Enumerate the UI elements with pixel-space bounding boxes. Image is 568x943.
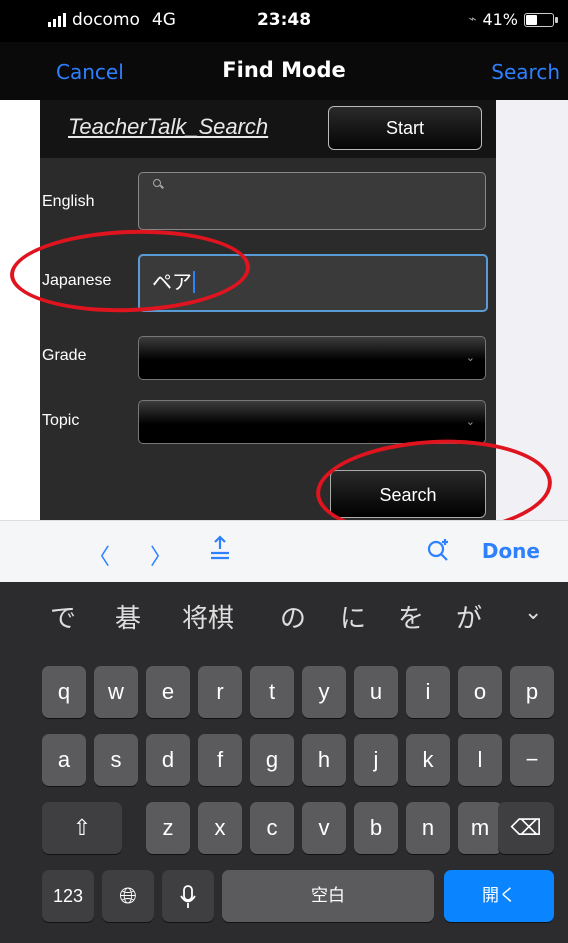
nav-search-button[interactable]: Search xyxy=(491,60,560,84)
chevron-down-icon: ⌄ xyxy=(465,415,475,428)
upload-icon[interactable] xyxy=(205,533,235,569)
space-key[interactable]: 空白 xyxy=(222,870,434,922)
text-cursor xyxy=(193,271,195,293)
key[interactable]: a xyxy=(42,734,86,786)
form-margin xyxy=(0,100,40,520)
chevron-down-icon: ⌄ xyxy=(465,351,475,364)
grade-select[interactable]: ⌄ xyxy=(138,336,486,380)
key[interactable]: h xyxy=(302,734,346,786)
key[interactable]: g xyxy=(250,734,294,786)
candidate-item[interactable]: 碁 xyxy=(115,598,141,635)
previous-field-button[interactable]: 〈 xyxy=(88,539,110,571)
battery-icon xyxy=(524,12,558,27)
japanese-field[interactable]: ペア xyxy=(138,254,488,312)
next-field-button[interactable]: 〉 xyxy=(150,539,172,571)
key[interactable]: k xyxy=(406,734,450,786)
form-title[interactable]: TeacherTalk_Search xyxy=(68,114,268,140)
charging-icon: ⌁ xyxy=(468,12,477,27)
english-label: English xyxy=(42,193,95,210)
keyboard-toolbar: 〈 〉 Done xyxy=(0,520,568,583)
key[interactable]: z xyxy=(146,802,190,854)
key[interactable]: e xyxy=(146,666,190,718)
topic-label: Topic xyxy=(42,412,80,429)
battery-info: ⌁ 41% xyxy=(468,10,558,29)
key[interactable]: l xyxy=(458,734,502,786)
start-button[interactable]: Start xyxy=(328,106,482,150)
candidate-item[interactable]: に xyxy=(340,598,366,635)
side-panel xyxy=(496,100,568,520)
key[interactable]: y xyxy=(302,666,346,718)
candidate-item[interactable]: が xyxy=(456,598,482,635)
microphone-icon[interactable] xyxy=(162,870,214,922)
numbers-key[interactable]: 123 xyxy=(42,870,94,922)
key[interactable]: d xyxy=(146,734,190,786)
key[interactable]: f xyxy=(198,734,242,786)
key[interactable]: t xyxy=(250,666,294,718)
chevron-down-icon[interactable]: ⌄ xyxy=(524,600,542,625)
form-header: TeacherTalk_Search Start xyxy=(40,100,496,158)
key[interactable]: o xyxy=(458,666,502,718)
key[interactable]: w xyxy=(94,666,138,718)
candidate-item[interactable]: で xyxy=(50,598,76,635)
candidate-bar: で 碁 将棋 の に を が ⌄ xyxy=(0,582,568,652)
key[interactable]: n xyxy=(406,802,450,854)
key[interactable]: b xyxy=(354,802,398,854)
return-key[interactable]: 開く xyxy=(444,870,554,922)
key[interactable]: r xyxy=(198,666,242,718)
candidate-item[interactable]: を xyxy=(398,598,424,635)
search-button[interactable]: Search xyxy=(330,470,486,518)
globe-icon[interactable]: 🌐︎ xyxy=(102,870,154,922)
key[interactable]: j xyxy=(354,734,398,786)
shift-key[interactable]: ⇧ xyxy=(42,802,122,854)
candidate-item[interactable]: の xyxy=(280,598,306,635)
done-button[interactable]: Done xyxy=(482,539,540,563)
battery-percent: 41% xyxy=(482,10,518,29)
japanese-field-value: ペア xyxy=(152,266,195,295)
japanese-label: Japanese xyxy=(42,272,112,289)
page-title: Find Mode xyxy=(222,58,346,82)
key[interactable]: v xyxy=(302,802,346,854)
key[interactable]: − xyxy=(510,734,554,786)
key[interactable]: c xyxy=(250,802,294,854)
key[interactable]: i xyxy=(406,666,450,718)
grade-label: Grade xyxy=(42,347,87,364)
candidate-item[interactable]: 将棋 xyxy=(182,598,234,635)
key[interactable]: x xyxy=(198,802,242,854)
backspace-key[interactable]: ⌫ xyxy=(498,802,554,854)
keyboard: で 碁 将棋 の に を が ⌄ q w e r t y u i o p a s… xyxy=(0,582,568,943)
status-bar: docomo 4G 23:48 ⌁ 41% xyxy=(0,0,568,42)
english-field[interactable] xyxy=(138,172,486,230)
key[interactable]: p xyxy=(510,666,554,718)
key[interactable]: m xyxy=(458,802,502,854)
key[interactable]: q xyxy=(42,666,86,718)
search-icon[interactable] xyxy=(424,535,454,571)
search-icon xyxy=(153,179,161,187)
key[interactable]: s xyxy=(94,734,138,786)
topic-select[interactable]: ⌄ xyxy=(138,400,486,444)
navigation-bar: Cancel Find Mode Search xyxy=(0,42,568,101)
key[interactable]: u xyxy=(354,666,398,718)
